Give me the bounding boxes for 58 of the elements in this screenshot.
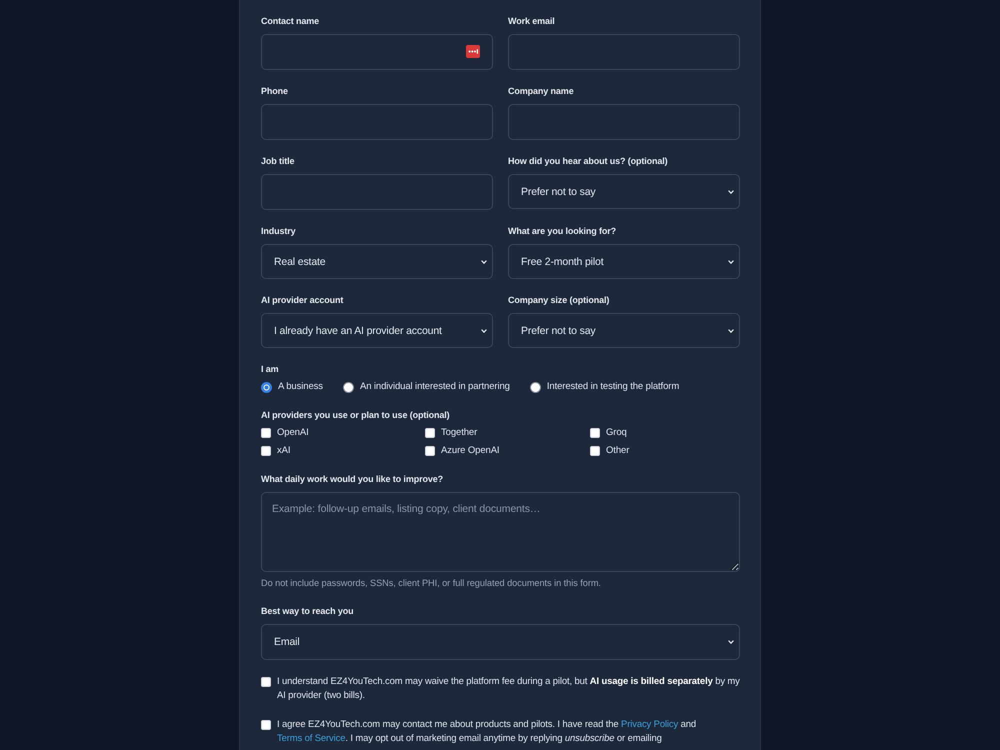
field-label: Job title [261, 155, 296, 168]
chevron-down-icon [481, 260, 487, 264]
field-label: Company size (optional) [508, 294, 610, 307]
text-area-field[interactable]: Example: follow-up emails, listing copy, client documents… [261, 492, 740, 572]
checkbox[interactable] [261, 428, 271, 438]
select-dropdown[interactable]: Email [261, 624, 740, 660]
chevron-down-icon [728, 260, 734, 264]
text-link[interactable]: Privacy Policy [621, 719, 678, 730]
checkbox-label: OpenAI [277, 426, 309, 440]
checkbox[interactable] [261, 720, 271, 730]
hint-text: Do not include passwords, SSNs, client PHI, or full regulated documents in this form. [261, 577, 602, 589]
field-label: I am [261, 363, 280, 376]
checkbox[interactable] [425, 428, 435, 438]
radio-button[interactable] [342, 382, 354, 392]
chevron-down-icon [728, 190, 734, 194]
radio-button[interactable] [530, 382, 541, 392]
field-label: Phone [261, 85, 289, 98]
dots-icon[interactable] [466, 45, 480, 58]
text-input-field[interactable] [261, 104, 493, 140]
select-dropdown[interactable]: Free 2-month pilot [508, 244, 740, 279]
checkbox[interactable] [425, 446, 435, 456]
radio-label: An individual interested in partnering [360, 380, 510, 394]
checkbox[interactable] [261, 677, 271, 687]
field-label: What daily work would you like to improve? [261, 473, 444, 486]
text-input-field[interactable] [261, 174, 493, 210]
checkbox[interactable] [261, 446, 271, 456]
text-link[interactable]: Terms of Service [277, 733, 346, 744]
field-label: AI provider account [261, 294, 344, 307]
chevron-down-icon [728, 328, 734, 332]
radio-button[interactable] [261, 382, 272, 392]
field-label: Best way to reach you [261, 605, 355, 618]
field-label: Company name [508, 85, 575, 98]
field-label: Industry [261, 225, 297, 238]
chevron-down-icon [728, 640, 734, 644]
text-input-field[interactable] [261, 34, 493, 70]
text-input-field[interactable] [508, 34, 740, 70]
radio-label: Interested in testing the platform [546, 380, 680, 394]
chevron-down-icon [481, 328, 487, 332]
checkbox-label: xAI [277, 444, 290, 458]
consent-text: I understand EZ4YouTech.com may waive the platform fee during a pilot, but AI usage is billed separately by my AI provider (two bills). [277, 675, 740, 703]
field-label: Work email [508, 15, 556, 28]
field-label: How did you hear about us? (optional) [508, 155, 669, 168]
text-input-field[interactable] [508, 104, 740, 140]
checkbox-label: Azure OpenAI [441, 444, 500, 458]
checkbox-label: Together [441, 426, 478, 440]
select-dropdown[interactable]: Prefer not to say [508, 174, 740, 209]
consent-text: I agree EZ4YouTech.com may contact me about products and pilots. I have read the Privacy Policy and Terms of Service. I may opt out of marketing email anytime by replying unsubscribe or emailing [277, 718, 697, 746]
field-label: Contact name [261, 15, 320, 28]
select-dropdown[interactable]: Real estate [261, 244, 493, 279]
checkbox[interactable] [590, 446, 600, 456]
select-dropdown[interactable]: Prefer not to say [508, 313, 740, 348]
select-dropdown[interactable]: I already have an AI provider account [261, 313, 493, 348]
radio-label: A business [278, 380, 323, 394]
field-label: AI providers you use or plan to use (optional) [261, 409, 450, 422]
checkbox[interactable] [590, 428, 600, 438]
checkbox-label: Other [606, 444, 630, 458]
field-label: What are you looking for? [508, 225, 618, 238]
checkbox-label: Groq [606, 426, 627, 440]
